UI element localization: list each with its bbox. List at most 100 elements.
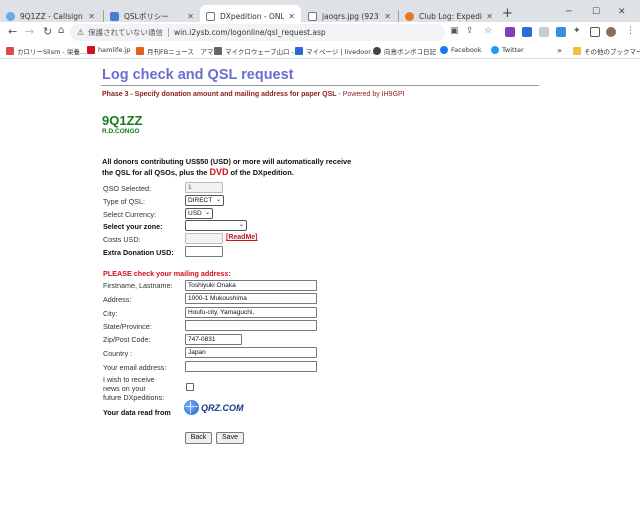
close-icon[interactable]: ✕ (288, 12, 295, 21)
back-button[interactable]: Back (185, 432, 212, 444)
bookmark-star-icon[interactable]: ☆ (484, 26, 492, 36)
globe-icon (184, 400, 199, 415)
news-label: future DXpeditions: (103, 393, 165, 402)
tab-favicon-icon (405, 11, 414, 21)
costs-usd-field (185, 233, 223, 244)
side-panel-icon[interactable] (590, 27, 600, 37)
facebook-icon (440, 46, 448, 54)
bookmark-favicon-icon (6, 47, 14, 55)
home-icon[interactable]: ⌂ (58, 25, 64, 36)
chevron-right-icon[interactable]: » (557, 46, 562, 55)
address-bar[interactable]: ⚠ 保護されていない通信 win.i2ysb.com/logonline/qsl… (70, 24, 445, 41)
bookmark-favicon-icon (373, 47, 381, 55)
select-currency-label: Select Currency: (103, 210, 157, 219)
puzzle-icon[interactable]: ✦ (573, 26, 581, 36)
close-icon[interactable]: ✕ (384, 12, 391, 21)
state-label: State/Province: (103, 322, 152, 331)
share-icon[interactable]: ⇪ (466, 26, 474, 36)
folder-icon (573, 47, 581, 55)
warning-icon: ⚠ (77, 28, 85, 37)
extension-icon[interactable] (556, 27, 566, 37)
reload-icon[interactable]: ↻ (43, 25, 52, 38)
bookmark-favicon-icon (87, 46, 95, 54)
extra-donation-input[interactable] (185, 246, 223, 257)
other-bookmarks[interactable]: その他のブックマーク (573, 46, 640, 56)
news-label: news on your (103, 384, 146, 393)
costs-usd-label: Costs USD: (103, 235, 141, 244)
bookmark-favicon-icon (295, 47, 303, 55)
page-title: Log check and QSL request (102, 67, 294, 83)
translate-icon[interactable]: ▣ (450, 26, 459, 36)
close-icon[interactable]: ✕ (187, 12, 194, 21)
readme-link[interactable]: [ReadMe] (226, 234, 258, 241)
tab-favicon-icon (206, 11, 215, 21)
close-icon[interactable]: ✕ (486, 12, 493, 21)
zone-select[interactable]: ⌄ (185, 220, 247, 231)
tab-favicon-icon (110, 11, 119, 21)
url-text[interactable]: win.i2ysb.com/logonline/qsl_request.asp (174, 28, 326, 37)
navigation-bar: ← → ↻ ⌂ ⚠ 保護されていない通信 win.i2ysb.com/logon… (0, 22, 640, 43)
bookmark-favicon-icon (136, 47, 144, 55)
bookmark-item[interactable]: hamlife.jp (87, 46, 130, 54)
back-arrow-icon[interactable]: ← (8, 25, 17, 38)
window-close-icon[interactable]: ✕ (618, 7, 626, 17)
powered-by: - Powered by IH9GPI (336, 91, 405, 98)
extension-icon[interactable] (539, 27, 549, 37)
currency-select[interactable]: USD ⌄ (185, 208, 213, 219)
zip-label: Zip/Post Code: (103, 335, 151, 344)
dvd-highlight: DVD (209, 167, 229, 177)
tab-title: 9Q1ZZ - Callsign Look (20, 11, 84, 21)
qso-selected-field: 1 (185, 182, 223, 193)
qso-selected-label: QSO Selected: (103, 184, 151, 193)
security-status: 保護されていない通信 (88, 28, 163, 37)
city-input[interactable]: Houfu-city, Yamaguchi, (185, 307, 317, 318)
bookmark-item[interactable]: 向島ボンボコ日記 (373, 46, 436, 56)
bookmarks-bar: カロリーSlism - 栄養... hamlife.jp 月刊FBニュース アマ… (0, 43, 640, 59)
city-label: City: (103, 309, 118, 318)
tab-title: Club Log: Expeditions (419, 11, 482, 21)
chevron-down-icon: ⌄ (238, 222, 244, 228)
callsign: 9Q1ZZ (102, 113, 143, 128)
address-input[interactable]: 1000-1 Mukoushima (185, 293, 317, 304)
extension-icon[interactable] (522, 27, 532, 37)
email-input[interactable] (185, 361, 317, 372)
zip-input[interactable]: 747-0831 (185, 334, 242, 345)
country-input[interactable]: Japan (185, 347, 317, 358)
page-content: Log check and QSL request Phase 3 - Spec… (0, 60, 640, 515)
tab-favicon-icon (308, 11, 317, 21)
bookmark-item[interactable]: マイページ | livedoor... (295, 46, 377, 56)
forward-arrow-icon[interactable]: → (25, 25, 34, 38)
news-checkbox[interactable] (186, 383, 194, 391)
chevron-down-icon: ⌄ (215, 197, 221, 203)
extension-icon[interactable] (505, 27, 515, 37)
divider (167, 28, 169, 37)
maximize-icon[interactable]: ☐ (592, 7, 600, 17)
browser-window: 9Q1ZZ - Callsign Look ✕ QSLポリシー ✕ DXpedi… (0, 0, 640, 515)
new-tab-button[interactable]: + (502, 6, 513, 21)
save-button[interactable]: Save (216, 432, 244, 444)
email-label: Your email address: (103, 363, 167, 372)
bookmark-item[interactable]: Twitter (491, 46, 524, 54)
tab-favicon-icon (6, 11, 15, 21)
check-address-heading: PLEASE check your mailing address: (103, 269, 231, 278)
bookmark-item[interactable]: Facebook (440, 46, 482, 54)
avatar[interactable] (606, 27, 616, 37)
tab-title: QSLポリシー (124, 11, 169, 21)
bookmark-item[interactable]: 月刊FBニュース アマ... (136, 46, 220, 56)
country-name: R.D.CONGO (102, 128, 140, 135)
phase-heading: Phase 3 - Specify donation amount and ma… (102, 91, 405, 98)
state-input[interactable] (185, 320, 317, 331)
menu-icon[interactable]: ⋮ (626, 26, 635, 36)
country-label: Country : (103, 349, 133, 358)
type-of-qsl-select[interactable]: DIRECT ⌄ (185, 195, 224, 206)
tab-title: DXpedition - ONLINE (220, 11, 285, 21)
bookmark-favicon-icon (214, 47, 222, 55)
minimize-icon[interactable]: ─ (566, 7, 571, 17)
tab-title: jaoqrs.jpg (923×574) (322, 11, 380, 21)
name-input[interactable]: Toshiyuki Onaka (185, 280, 317, 291)
divider (101, 85, 539, 86)
close-icon[interactable]: ✕ (88, 12, 95, 21)
bookmark-item[interactable]: カロリーSlism - 栄養... (6, 46, 86, 56)
extra-donation-label: Extra Donation USD: (103, 248, 174, 257)
bookmark-item[interactable]: マイクロウェーブ山口 -... (214, 46, 300, 56)
